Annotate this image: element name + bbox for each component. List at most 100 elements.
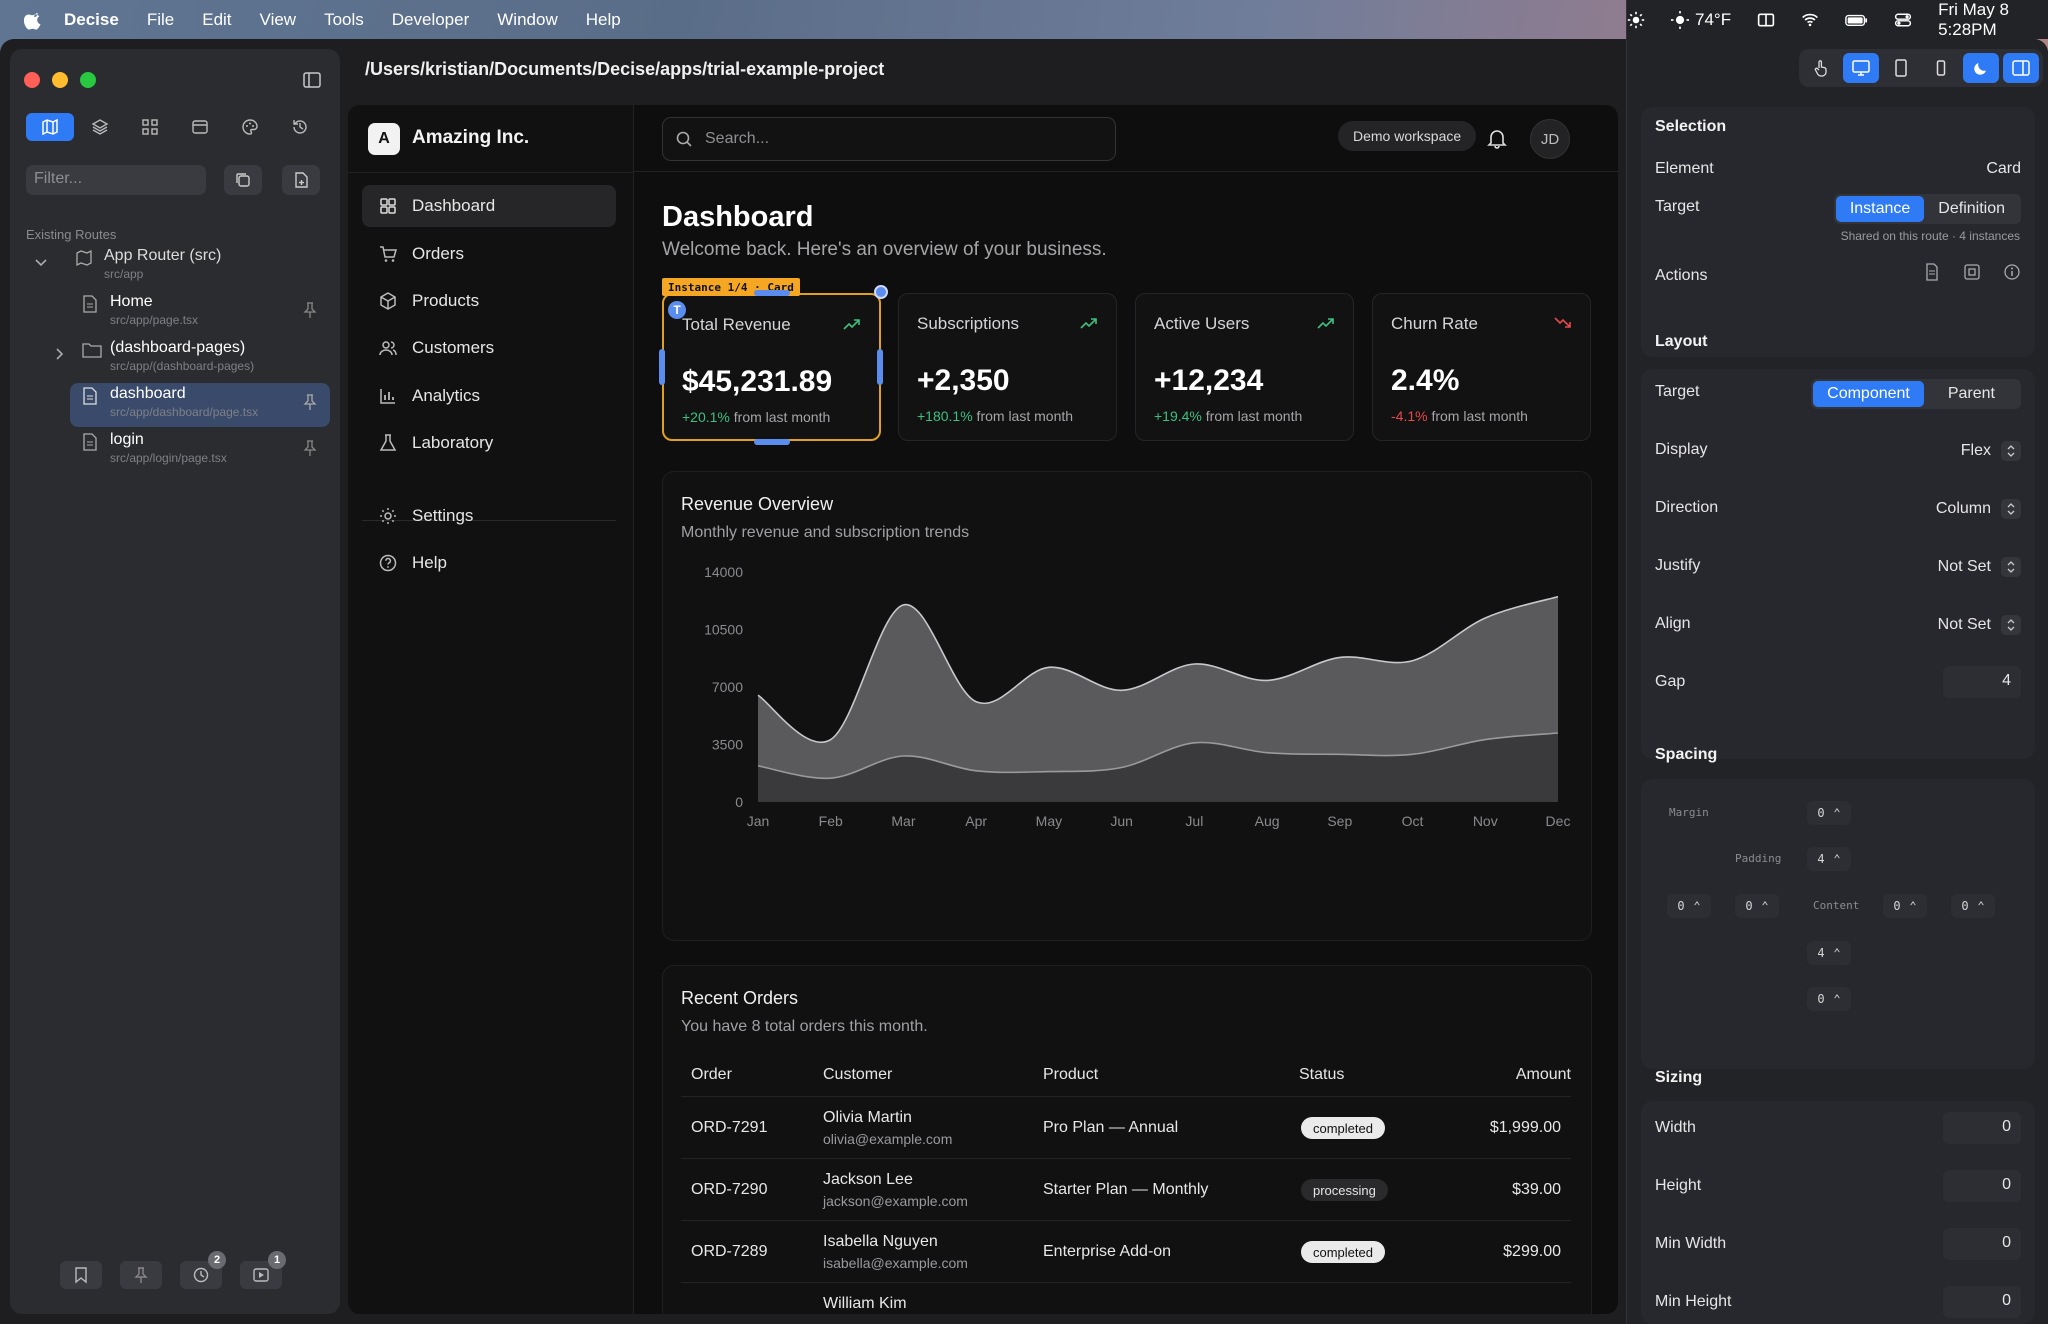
- apple-icon[interactable]: [24, 10, 44, 30]
- gap-input[interactable]: 4: [1943, 666, 2021, 698]
- resize-handle-top[interactable]: [754, 290, 790, 296]
- history-tab[interactable]: [278, 113, 322, 141]
- menu-edit[interactable]: Edit: [202, 10, 231, 30]
- justify-row[interactable]: Justify Not Set: [1655, 557, 2021, 577]
- nav-dashboard[interactable]: Dashboard: [362, 185, 616, 227]
- components-tab[interactable]: [128, 113, 172, 141]
- history-button[interactable]: 2: [180, 1251, 226, 1289]
- kpi-card-churn-rate[interactable]: Churn Rate 2.4% -4.1% from last month: [1372, 293, 1591, 441]
- justify-select[interactable]: Not Set: [1938, 557, 2021, 577]
- margin-top-input[interactable]: 0 ⌃: [1807, 801, 1851, 825]
- width-input[interactable]: 0: [1943, 1112, 2021, 1144]
- bell-icon[interactable]: [1486, 127, 1508, 149]
- kpi-card-subscriptions[interactable]: Subscriptions +2,350 +180.1% from last m…: [898, 293, 1117, 441]
- filter-input[interactable]: Filter...: [26, 165, 206, 195]
- mobile-view-button[interactable]: [1923, 53, 1959, 83]
- component-option[interactable]: Component: [1813, 381, 1924, 407]
- kpi-card-total-revenue[interactable]: Total Revenue $45,231.89 +20.1% from las…: [662, 293, 881, 441]
- nav-help[interactable]: Help: [362, 542, 616, 584]
- duplicate-route-button[interactable]: [224, 165, 262, 195]
- nav-products[interactable]: Products: [362, 280, 616, 322]
- table-row[interactable]: William Kim: [681, 1282, 1571, 1314]
- info-icon[interactable]: [2003, 263, 2021, 281]
- nav-settings[interactable]: Settings: [362, 495, 616, 537]
- dark-mode-toggle[interactable]: [1963, 53, 1999, 83]
- preview-button[interactable]: 1: [240, 1251, 286, 1289]
- menu-developer[interactable]: Developer: [392, 10, 470, 30]
- direction-row[interactable]: Direction Column: [1655, 499, 2021, 519]
- route-home[interactable]: Home src/app/page.tsx: [70, 291, 330, 335]
- padding-right-input[interactable]: 0 ⌃: [1883, 894, 1927, 918]
- margin-bottom-input[interactable]: 0 ⌃: [1807, 987, 1851, 1011]
- avatar[interactable]: JD: [1530, 119, 1570, 159]
- nav-orders[interactable]: Orders: [362, 233, 616, 275]
- pages-tab[interactable]: [178, 113, 222, 141]
- pin-icon[interactable]: [302, 439, 318, 457]
- route-app-router[interactable]: App Router (src) src/app: [64, 245, 324, 289]
- route-login[interactable]: login src/app/login/page.tsx: [70, 429, 330, 473]
- document-icon[interactable]: [1923, 263, 1941, 281]
- chevron-right-icon[interactable]: [52, 347, 66, 361]
- split-view-icon[interactable]: [1757, 9, 1775, 31]
- desktop-view-button[interactable]: [1843, 53, 1879, 83]
- new-route-button[interactable]: [282, 165, 320, 195]
- route-dashboard-pages[interactable]: (dashboard-pages) src/app/(dashboard-pag…: [70, 337, 330, 381]
- nav-analytics[interactable]: Analytics: [362, 375, 616, 417]
- min-height-input[interactable]: 0: [1943, 1286, 2021, 1318]
- zoom-window-button[interactable]: [80, 72, 96, 88]
- menu-view[interactable]: View: [260, 10, 297, 30]
- tablet-view-button[interactable]: [1883, 53, 1919, 83]
- resize-handle-left[interactable]: [659, 349, 665, 385]
- wifi-icon[interactable]: [1801, 9, 1819, 31]
- height-input[interactable]: 0: [1943, 1170, 2021, 1202]
- control-center-icon[interactable]: [1894, 9, 1912, 31]
- close-window-button[interactable]: [24, 72, 40, 88]
- pin-icon[interactable]: [302, 393, 318, 411]
- interact-mode-button[interactable]: [1803, 53, 1839, 83]
- min-width-input[interactable]: 0: [1943, 1228, 2021, 1260]
- menu-window[interactable]: Window: [497, 10, 557, 30]
- table-row[interactable]: ORD-7289 Isabella Nguyen isabella@exampl…: [681, 1220, 1571, 1282]
- inspector-toggle[interactable]: [2003, 53, 2039, 83]
- instance-option[interactable]: Instance: [1835, 196, 1925, 222]
- padding-top-input[interactable]: 4 ⌃: [1807, 847, 1851, 871]
- layers-tab[interactable]: [78, 113, 122, 141]
- app-menu[interactable]: Decise: [64, 10, 119, 30]
- routes-tab[interactable]: [26, 113, 74, 141]
- display-select[interactable]: Flex: [1961, 441, 2021, 461]
- align-select[interactable]: Not Set: [1938, 615, 2021, 635]
- route-dashboard[interactable]: dashboard src/app/dashboard/page.tsx: [70, 383, 330, 427]
- table-row[interactable]: ORD-7291 Olivia Martin olivia@example.co…: [681, 1096, 1571, 1158]
- align-row[interactable]: Align Not Set: [1655, 615, 2021, 635]
- pins-button[interactable]: [120, 1261, 162, 1289]
- resize-handle-right[interactable]: [877, 349, 883, 385]
- workspace-badge[interactable]: Demo workspace: [1338, 121, 1477, 151]
- menu-help[interactable]: Help: [586, 10, 621, 30]
- margin-right-input[interactable]: 0 ⌃: [1951, 894, 1995, 918]
- table-row[interactable]: ORD-7290 Jackson Lee jackson@example.com…: [681, 1158, 1571, 1220]
- search-input[interactable]: Search...: [662, 117, 1116, 161]
- nav-customers[interactable]: Customers: [362, 327, 616, 369]
- clock[interactable]: Fri May 8 5:28PM: [1938, 0, 2048, 40]
- brightness-icon[interactable]: [1627, 9, 1645, 31]
- definition-option[interactable]: Definition: [1924, 196, 2019, 222]
- theme-tab[interactable]: [228, 113, 272, 141]
- weather-widget[interactable]: 74°F: [1671, 10, 1731, 30]
- margin-left-input[interactable]: 0 ⌃: [1667, 894, 1711, 918]
- parent-option[interactable]: Parent: [1924, 381, 2019, 407]
- direction-select[interactable]: Column: [1936, 499, 2021, 519]
- battery-icon[interactable]: [1845, 9, 1868, 31]
- padding-bottom-input[interactable]: 4 ⌃: [1807, 941, 1851, 965]
- nav-laboratory[interactable]: Laboratory: [362, 422, 616, 464]
- chevron-down-icon[interactable]: [34, 255, 48, 269]
- menu-tools[interactable]: Tools: [324, 10, 364, 30]
- bookmarks-button[interactable]: [60, 1261, 102, 1289]
- pin-icon[interactable]: [302, 301, 318, 319]
- display-row[interactable]: Display Flex: [1655, 441, 2021, 461]
- toggle-sidebar-button[interactable]: [290, 66, 334, 94]
- padding-left-input[interactable]: 0 ⌃: [1735, 894, 1779, 918]
- text-edit-marker[interactable]: T: [668, 301, 686, 319]
- resize-handle-bottom[interactable]: [754, 439, 790, 445]
- frame-icon[interactable]: [1963, 263, 1981, 281]
- menu-file[interactable]: File: [147, 10, 174, 30]
